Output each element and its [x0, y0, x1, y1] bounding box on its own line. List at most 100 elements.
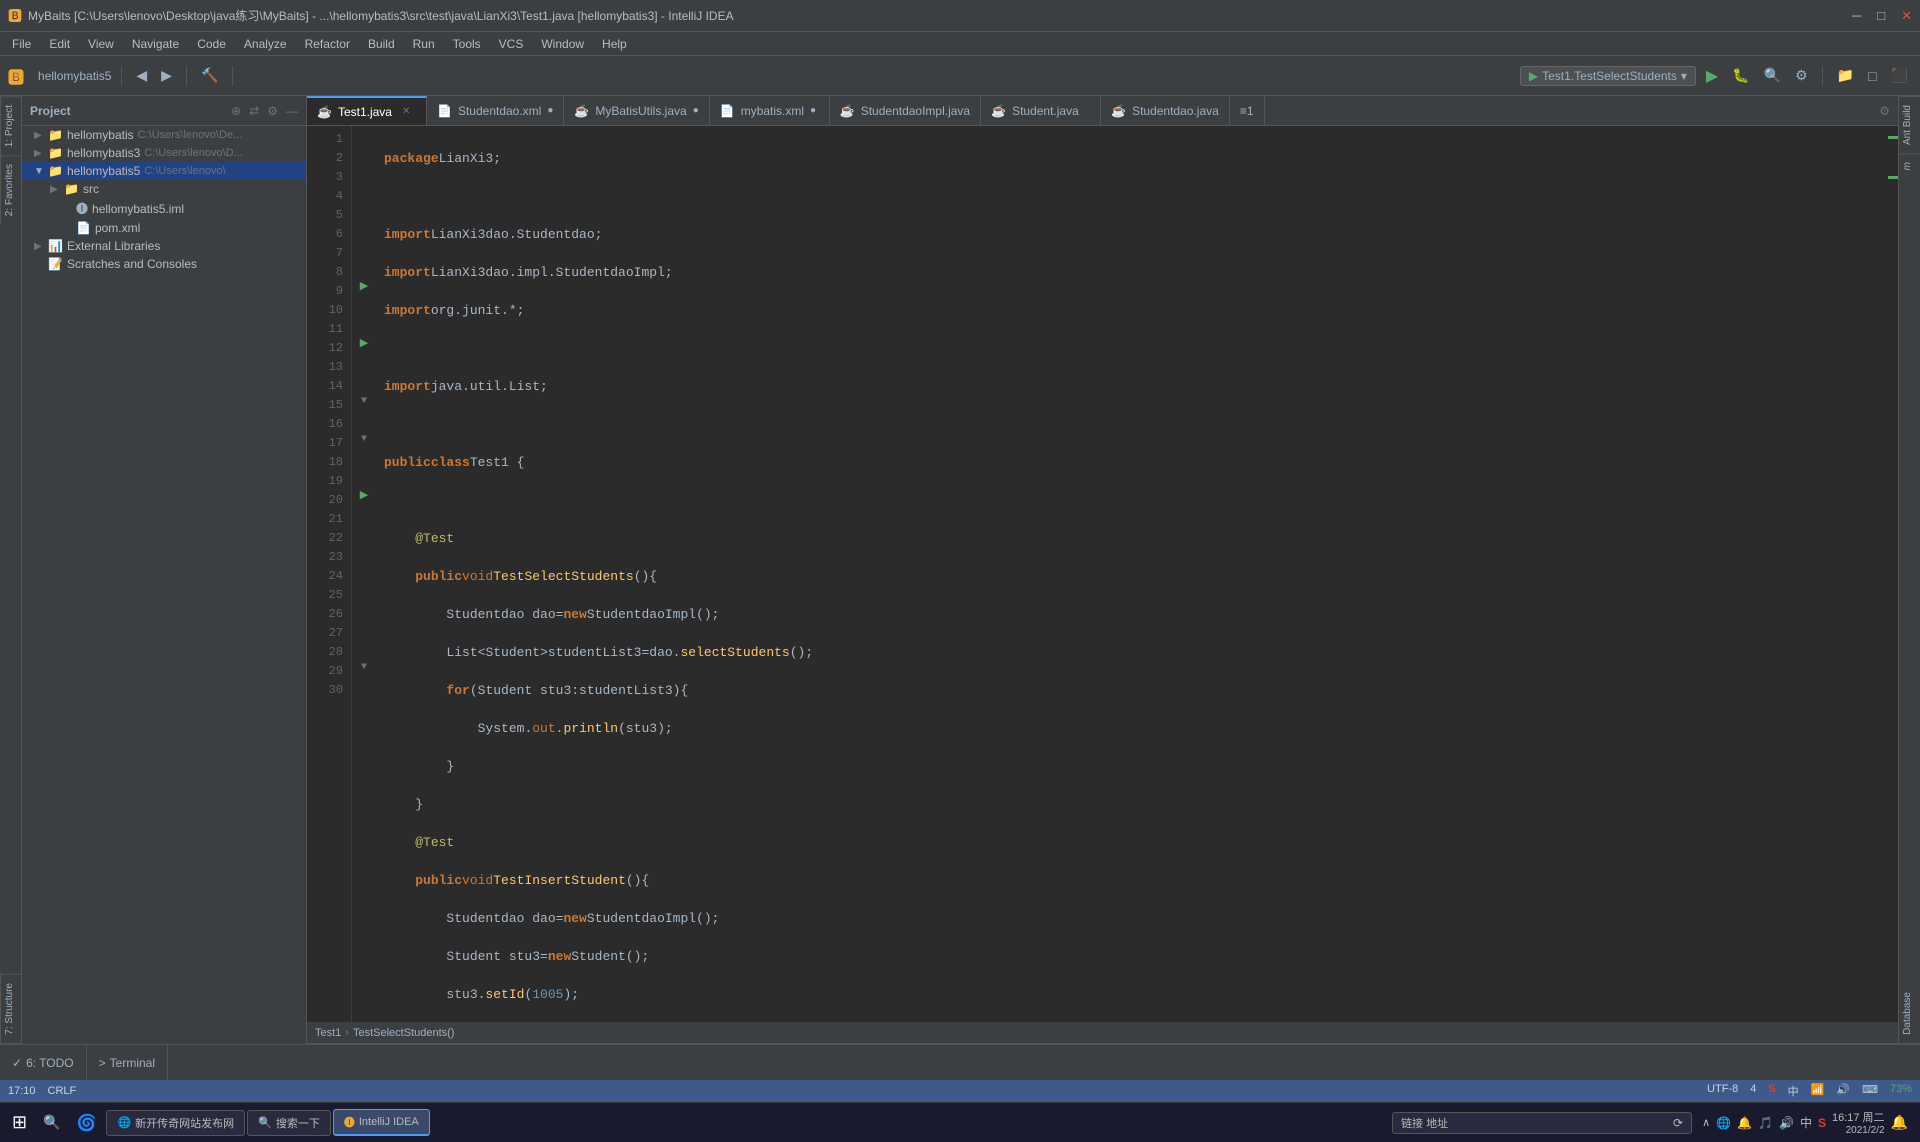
tray-arrow[interactable]: ∧ [1702, 1116, 1710, 1129]
breadcrumb-method[interactable]: TestSelectStudents() [353, 1027, 455, 1039]
tree-item-src[interactable]: ▶ 📁 src [22, 180, 306, 198]
status-icon-s: S [1768, 1083, 1775, 1099]
app-icon: 🅱 [8, 6, 22, 26]
code-line-21: Studentdao dao=new StudentdaoImpl(); [384, 909, 1876, 928]
right-tab-maven[interactable]: m [1899, 153, 1920, 178]
tree-item-hellomybatis5[interactable]: ▼ 📁 hellomybatis5 C:\Users\lenovo\ [22, 162, 306, 180]
tab-mybatisutils[interactable]: ☕ MyBatisUtils.java ● [564, 96, 709, 125]
taskbar-clock[interactable]: 16:17 周二 2021/2/2 [1832, 1109, 1885, 1136]
maximize-button[interactable]: □ [1877, 8, 1885, 24]
search-button[interactable]: 🔍 [1760, 65, 1785, 86]
toolbar-nav-forward[interactable]: ▶ [157, 65, 176, 86]
bottom-spacer [168, 1045, 1920, 1080]
search-taskbar[interactable]: 🔍 [37, 1110, 66, 1135]
status-crlf[interactable]: CRLF [48, 1085, 77, 1097]
link-label: 链接 地址 [1401, 1115, 1448, 1131]
tab-overflow[interactable]: ≡1 [1230, 96, 1265, 125]
menu-navigate[interactable]: Navigate [124, 35, 187, 53]
menu-analyze[interactable]: Analyze [236, 35, 295, 53]
scroll-marker-2 [1888, 176, 1898, 179]
toolbar-maximize-icon[interactable]: □ [1864, 66, 1880, 86]
code-gutter: ▶ ▶ ▼ ▼ ▶ ▼ [352, 126, 376, 1022]
fold-icon-17[interactable]: ▼ [361, 430, 367, 449]
project-panel: Project ⊕ ⇄ ⚙ — ▶ 📁 hellomybatis C:\User… [22, 96, 307, 1044]
tray-icon-3: 🎵 [1758, 1116, 1773, 1130]
taskbar-icon-1[interactable]: 🌀 [69, 1109, 105, 1137]
breadcrumb-test1[interactable]: Test1 [315, 1027, 341, 1039]
toolbar-menu-icon[interactable]: ⬛ [1887, 65, 1912, 86]
fold-icon-15[interactable]: ▼ [361, 392, 367, 411]
tree-item-iml[interactable]: 🅘 hellomybatis5.iml [22, 198, 306, 219]
sidebar-item-favorites[interactable]: 2: Favorites [0, 155, 21, 224]
settings-button[interactable]: ⚙ [1791, 65, 1812, 86]
right-tab-ant-build[interactable]: Ant Build [1899, 96, 1920, 153]
debug-button[interactable]: 🐛 [1728, 65, 1753, 86]
menu-view[interactable]: View [80, 35, 122, 53]
tab-test1[interactable]: ☕ Test1.java ✕ [307, 96, 427, 125]
taskbar-app-browser[interactable]: 🌐 新开传奇网站发布网 [106, 1110, 245, 1136]
taskbar-app-idea[interactable]: 🅘 IntelliJ IDEA [333, 1109, 430, 1136]
project-icon-collapse[interactable]: — [286, 104, 298, 118]
left-vertical-tabs: 1: Project 2: Favorites 7: Structure [0, 96, 22, 1044]
code-line-15: for(Student stu3:studentList3){ [384, 681, 1876, 700]
project-icon-add[interactable]: ⊕ [231, 104, 241, 118]
editor-settings-button[interactable]: ⚙ [1871, 96, 1898, 125]
toolbar-run-icon[interactable]: 🔨 [197, 65, 222, 86]
menu-build[interactable]: Build [360, 35, 403, 53]
code-line-2 [384, 187, 1876, 206]
start-button[interactable]: ⊞ [4, 1108, 35, 1137]
right-tab-database[interactable]: Database [1899, 984, 1920, 1044]
tree-item-hellomybatis3[interactable]: ▶ 📁 hellomybatis3 C:\Users\lenovo\D... [22, 144, 306, 162]
bottom-tabs: ✓ 6: TODO > Terminal [0, 1044, 1920, 1080]
run-gutter-icon-9[interactable]: ▶ [360, 278, 368, 297]
sidebar-item-project[interactable]: 1: Project [0, 96, 21, 155]
project-icon-sync[interactable]: ⇄ [249, 104, 259, 118]
tab-close-icon[interactable]: ✕ [402, 106, 410, 117]
status-keyboard: ⌨ [1862, 1083, 1878, 1099]
tray-icon-s: S [1818, 1116, 1826, 1130]
minimize-button[interactable]: ─ [1852, 8, 1861, 24]
tab-studentdao[interactable]: ☕ Studentdao.java [1101, 96, 1230, 125]
run-button[interactable]: ▶ [1702, 64, 1722, 88]
menu-file[interactable]: File [4, 35, 39, 53]
tree-item-external-libs[interactable]: ▶ 📊 External Libraries [22, 237, 306, 255]
taskbar-app-search[interactable]: 🔍 搜索一下 [247, 1110, 331, 1136]
run-config-selector[interactable]: ▶ Test1.TestSelectStudents ▾ [1520, 66, 1696, 86]
tree-item-scratches[interactable]: 📝 Scratches and Consoles [22, 255, 306, 273]
bottom-tab-terminal[interactable]: > Terminal [87, 1045, 168, 1080]
tab-student[interactable]: ☕ Student.java [981, 96, 1101, 125]
menu-vcs[interactable]: VCS [491, 35, 532, 53]
bottom-tab-todo[interactable]: ✓ 6: TODO [0, 1045, 87, 1080]
code-line-10 [384, 491, 1876, 510]
close-button[interactable]: ✕ [1901, 8, 1912, 24]
project-icon-settings[interactable]: ⚙ [267, 104, 278, 118]
menu-code[interactable]: Code [189, 35, 234, 53]
tree-item-hellomybatis[interactable]: ▶ 📁 hellomybatis C:\Users\lenovo\De... [22, 126, 306, 144]
menu-run[interactable]: Run [405, 35, 443, 53]
browser-icon: 🌐 [117, 1116, 131, 1129]
code-content[interactable]: package LianXi3; import LianXi3dao.Stude… [376, 126, 1884, 1022]
refresh-icon[interactable]: ⟳ [1673, 1116, 1683, 1130]
tree-item-pom[interactable]: 📄 pom.xml [22, 219, 306, 237]
notification-icon[interactable]: 🔔 [1891, 1114, 1908, 1131]
tab-studentdao-xml[interactable]: 📄 Studentdao.xml ● [427, 96, 564, 125]
menu-help[interactable]: Help [594, 35, 635, 53]
sidebar-item-structure[interactable]: 7: Structure [0, 974, 21, 1044]
toolbar-folder-icon[interactable]: 📁 [1833, 65, 1858, 86]
code-line-9: public class Test1 { [384, 453, 1876, 472]
tab-mybatis-xml[interactable]: 📄 mybatis.xml ● [710, 96, 830, 125]
fold-icon-29[interactable]: ▼ [361, 658, 367, 677]
status-encoding[interactable]: UTF-8 [1707, 1083, 1738, 1099]
toolbar-nav-back[interactable]: ◀ [132, 65, 151, 86]
code-editor[interactable]: 12345 678910 1112131415 1617181920 21222… [307, 126, 1898, 1022]
tab-studentdaoimpl[interactable]: ☕ StudentdaoImpl.java [830, 96, 981, 125]
run-gutter-icon-12[interactable]: ▶ [360, 335, 368, 354]
menu-edit[interactable]: Edit [41, 35, 78, 53]
menu-refactor[interactable]: Refactor [297, 35, 358, 53]
menu-tools[interactable]: Tools [445, 35, 489, 53]
address-input[interactable] [1452, 1117, 1669, 1129]
menu-window[interactable]: Window [533, 35, 592, 53]
main-layout: 1: Project 2: Favorites 7: Structure Pro… [0, 96, 1920, 1044]
run-gutter-icon-20[interactable]: ▶ [360, 487, 368, 506]
status-indent[interactable]: 4 [1750, 1083, 1756, 1099]
